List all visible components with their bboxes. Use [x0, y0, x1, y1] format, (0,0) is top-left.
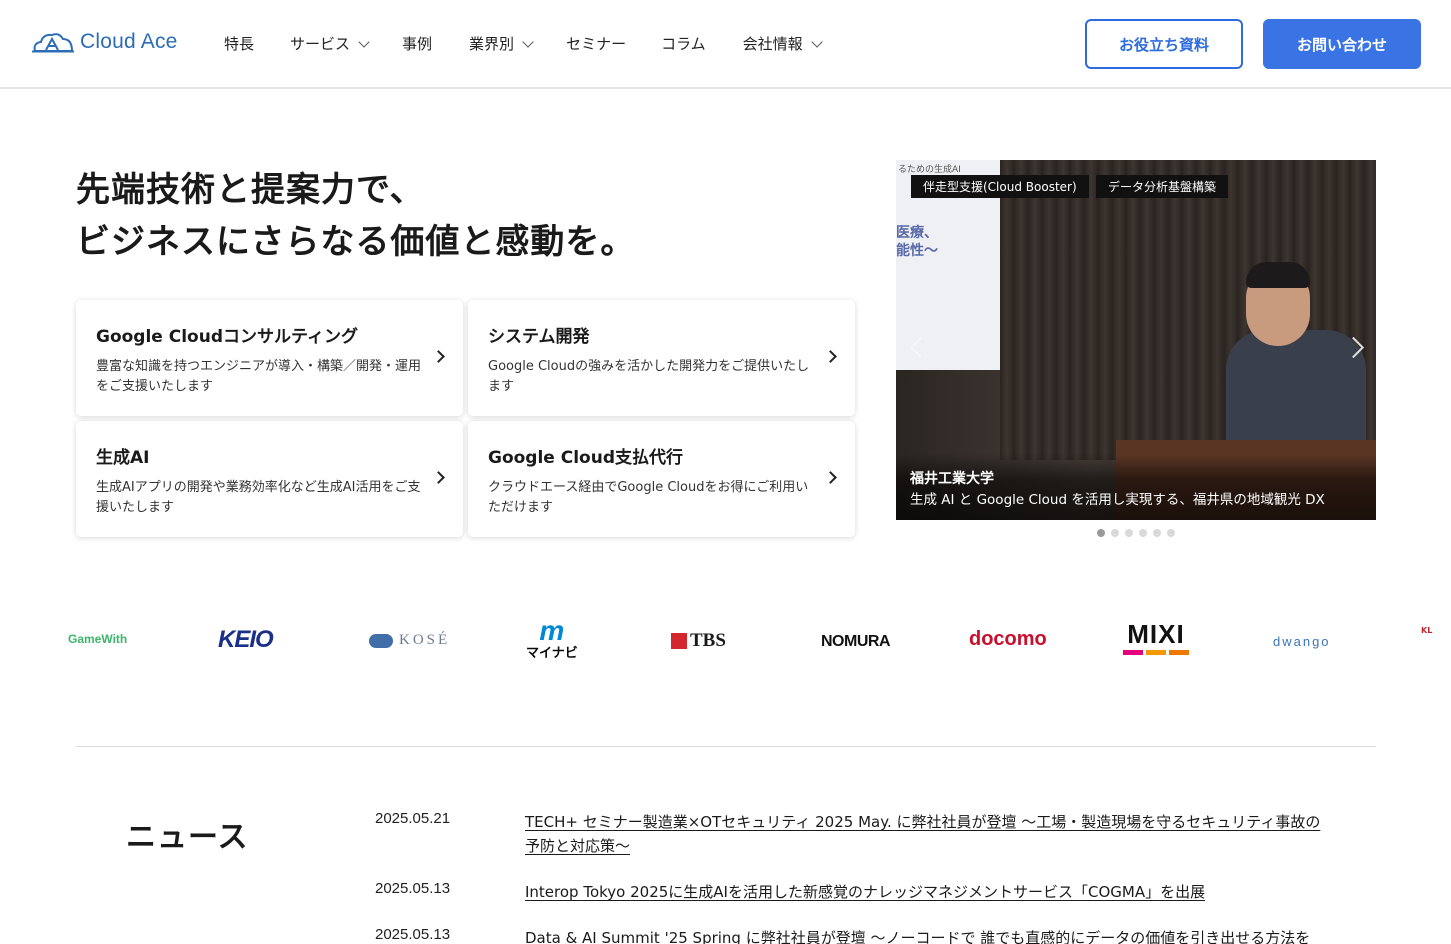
news-title-link[interactable]: TECH+ セミナー製造業×OTセキュリティ 2025 May. に弊社社員が登… — [525, 810, 1325, 858]
nav-label: コラム — [661, 35, 706, 53]
news-title-link[interactable]: Interop Tokyo 2025に生成AIを活用した新感覚のナレッジマネジメ… — [525, 880, 1325, 904]
contact-button[interactable]: お問い合わせ — [1263, 19, 1421, 69]
keio-logo-text: KEIO — [218, 626, 274, 653]
card-description: Google Cloudの強みを活かした開発力をご提供いたします — [488, 359, 810, 394]
client-logo-kose: KOSÉ — [369, 632, 450, 649]
kose-logo-text: KOSÉ — [399, 632, 451, 648]
card-title: システム開発 — [488, 327, 590, 347]
site-header: Cloud Ace 特長 サービス 事例 業界別 セミナー コラム 会社情報 お… — [0, 0, 1451, 89]
client-logo-gamewith: GameWith — [68, 632, 127, 646]
slide-tag: データ分析基盤構築 — [1096, 175, 1229, 198]
mynavi-mark-icon: m — [539, 615, 565, 646]
tbs-logo-text: TBS — [690, 630, 726, 651]
mixi-bar-segment — [1169, 650, 1189, 655]
carousel-dot[interactable] — [1139, 529, 1147, 537]
service-card-generative-ai[interactable]: 生成AI 生成AIアプリの開発や業務効率化など生成AI活用をご支援いたします — [76, 421, 463, 537]
nav-item-columns[interactable]: コラム — [661, 33, 706, 54]
news-date: 2025.05.13 — [375, 880, 451, 897]
speaker-hair — [1246, 262, 1310, 288]
chevron-right-icon — [432, 471, 445, 484]
hero-title: 先端技術と提案力で、 ビジネスにさらなる価値と感動を。 — [76, 164, 816, 268]
docomo-logo-text: docomo — [969, 628, 1047, 650]
nav-label: サービス — [290, 35, 351, 53]
mixi-bar-segment — [1146, 650, 1166, 655]
nomura-logo-text: NOMURA — [821, 633, 891, 650]
card-description: 生成AIアプリの開発や業務効率化など生成AI活用をご支援いたします — [96, 480, 421, 515]
screen-heading: るための生成AI — [898, 165, 961, 175]
case-study-carousel[interactable]: るための生成AI 医療、 能性〜 伴走型支援(Cloud Booster) デー… — [896, 160, 1376, 520]
nav-item-services[interactable]: サービス — [290, 33, 370, 54]
nav-item-industries[interactable]: 業界別 — [469, 33, 534, 54]
carousel-dot[interactable] — [1153, 529, 1161, 537]
client-logo-mynavi: m マイナビ — [526, 616, 578, 662]
mixi-color-bar — [1123, 650, 1189, 655]
client-logo-nomura: NOMURA — [821, 633, 891, 651]
carousel-dot[interactable] — [1111, 529, 1119, 537]
nav-label: 事例 — [402, 35, 433, 53]
cloud-ace-logo[interactable]: Cloud Ace — [32, 30, 178, 54]
resources-button[interactable]: お役立ち資料 — [1085, 19, 1243, 69]
screen-text-line-2: 能性〜 — [896, 243, 938, 259]
card-title: Google Cloudコンサルティング — [96, 327, 358, 347]
nav-item-cases[interactable]: 事例 — [402, 33, 432, 54]
card-description: 豊富な知識を持つエンジニアが導入・構築／開発・運用をご支援いたします — [96, 359, 422, 394]
gamewith-logo-text: GameWith — [68, 632, 128, 646]
chevron-right-icon — [432, 350, 445, 363]
nav-item-features[interactable]: 特長 — [224, 33, 254, 54]
slide-tag: 伴走型支援(Cloud Booster) — [911, 175, 1089, 198]
client-logo-dwango: dwango — [1273, 634, 1331, 649]
card-title: 生成AI — [96, 448, 150, 468]
client-logo-mixi: MIXI — [1123, 620, 1189, 655]
nav-label: 会社情報 — [742, 35, 803, 53]
partial-logo-text: KL — [1421, 626, 1433, 635]
chevron-down-icon — [522, 35, 534, 48]
client-logo-tbs: TBS — [671, 630, 726, 652]
tbs-mark-icon — [671, 633, 687, 649]
hero-title-line-1: 先端技術と提案力で、 — [76, 170, 425, 210]
nav-label: 業界別 — [469, 35, 515, 53]
news-date: 2025.05.21 — [375, 810, 451, 827]
mynavi-logo-text: マイナビ — [526, 646, 578, 661]
chevron-right-icon — [824, 350, 837, 363]
chevron-down-icon — [358, 35, 370, 48]
carousel-dot[interactable] — [1097, 529, 1105, 537]
nav-item-company[interactable]: 会社情報 — [742, 33, 823, 54]
logo-text: Cloud Ace — [80, 30, 178, 53]
card-title: Google Cloud支払代行 — [488, 448, 684, 468]
news-title-link[interactable]: Data & AI Summit '25 Spring に弊社社員が登壇 〜ノー… — [525, 926, 1325, 944]
screen-text-line-1: 医療、 — [896, 225, 938, 241]
cloud-logo-icon — [32, 33, 74, 53]
service-card-consulting[interactable]: Google Cloudコンサルティング 豊富な知識を持つエンジニアが導入・構築… — [76, 300, 463, 416]
client-logos: GameWith KEIO KOSÉ m マイナビ TBS NOMURA doc… — [0, 612, 1451, 676]
dwango-logo-text: dwango — [1273, 634, 1331, 649]
section-divider — [76, 746, 1376, 747]
card-description: クラウドエース経由でGoogle Cloudをお得にご利用いただけます — [488, 480, 809, 515]
news-heading: ニュース — [126, 820, 249, 855]
client-logo-partial: KL — [1421, 626, 1451, 660]
news-date: 2025.05.13 — [375, 926, 451, 943]
carousel-dot[interactable] — [1167, 529, 1175, 537]
client-logo-docomo: docomo — [969, 628, 1047, 651]
slide-caption-title: 福井工業大学 — [910, 471, 994, 487]
service-card-billing-agent[interactable]: Google Cloud支払代行 クラウドエース経由でGoogle Cloudを… — [468, 421, 855, 537]
screen-text: 医療、 能性〜 — [896, 224, 938, 260]
main-nav: 特長 サービス 事例 業界別 セミナー コラム 会社情報 — [224, 33, 823, 54]
chevron-right-icon — [824, 471, 837, 484]
hero-title-line-2: ビジネスにさらなる価値と感動を。 — [76, 222, 636, 262]
carousel-pagination — [1097, 529, 1175, 537]
carousel-dot[interactable] — [1125, 529, 1133, 537]
service-card-system-dev[interactable]: システム開発 Google Cloudの強みを活かした開発力をご提供いたします — [468, 300, 855, 416]
chevron-down-icon — [810, 35, 823, 48]
client-logo-keio: KEIO — [218, 626, 274, 654]
mixi-logo-text: MIXI — [1127, 619, 1185, 649]
kose-mark-icon — [369, 633, 393, 648]
slide-caption-subtitle: 生成 AI と Google Cloud を活用し実現する、福井県の地域観光 D… — [910, 492, 1325, 508]
nav-label: 特長 — [224, 35, 255, 53]
nav-item-seminars[interactable]: セミナー — [566, 33, 626, 54]
mixi-bar-segment — [1123, 650, 1143, 655]
nav-label: セミナー — [566, 35, 627, 53]
